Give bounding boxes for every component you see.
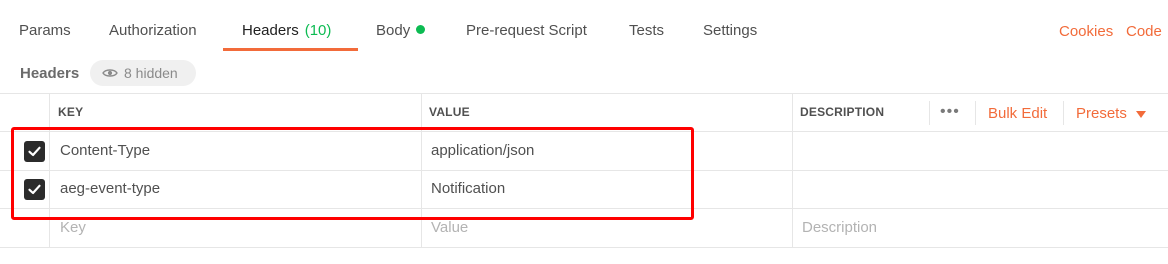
header-key-cell[interactable]: Content-Type [60,142,150,159]
column-divider [421,93,422,248]
header-value-cell[interactable]: application/json [431,142,534,159]
table-border-top [0,93,1168,94]
active-tab-indicator [223,48,358,51]
action-separator [1063,101,1064,125]
tab-body-label: Body [376,22,411,39]
presets-dropdown[interactable]: Presets [1076,105,1127,122]
column-divider [49,93,50,248]
header-key-cell[interactable]: aeg-event-type [60,180,160,197]
cookies-link[interactable]: Cookies [1059,23,1113,40]
row-divider [0,208,1168,209]
chevron-down-icon[interactable] [1136,111,1146,118]
row-divider [0,170,1168,171]
code-link[interactable]: Code [1126,23,1162,40]
new-description-input[interactable]: Description [802,219,877,236]
tab-authorization[interactable]: Authorization [109,22,197,39]
tab-prerequest-script[interactable]: Pre-request Script [466,22,587,39]
more-options-icon[interactable]: ••• [940,103,960,121]
new-value-input[interactable]: Value [431,219,468,236]
action-separator [975,101,976,125]
row-enable-checkbox[interactable] [24,141,45,162]
bulk-edit-button[interactable]: Bulk Edit [988,105,1047,122]
column-header-description: DESCRIPTION [800,105,885,119]
column-divider [792,93,793,248]
checkmark-icon [28,146,41,157]
action-separator [929,101,930,125]
tab-headers[interactable]: Headers (10) [242,22,331,39]
header-value-cell[interactable]: Notification [431,180,505,197]
tab-params[interactable]: Params [19,22,71,39]
new-key-input[interactable]: Key [60,219,86,236]
table-header-divider [0,131,1168,132]
row-enable-checkbox[interactable] [24,179,45,200]
column-header-value: VALUE [429,105,470,119]
tab-settings[interactable]: Settings [703,22,757,39]
headers-section-title: Headers [20,65,80,82]
tab-tests[interactable]: Tests [629,22,664,39]
hidden-headers-label: 8 hidden [124,65,178,81]
checkmark-icon [28,184,41,195]
headers-table: KEY VALUE DESCRIPTION ••• Bulk Edit Pres… [0,93,1168,248]
hidden-headers-toggle[interactable]: 8 hidden [90,60,196,86]
eye-icon [102,69,118,77]
request-tab-bar: Params Authorization Headers (10) Body Pr… [0,0,1168,56]
tab-body[interactable]: Body [376,22,426,39]
body-status-dot-icon [416,25,426,34]
table-border-bottom [0,247,1168,248]
headers-count-badge: (10) [304,22,332,39]
tab-headers-label: Headers [242,22,299,39]
column-header-key: KEY [58,105,84,119]
